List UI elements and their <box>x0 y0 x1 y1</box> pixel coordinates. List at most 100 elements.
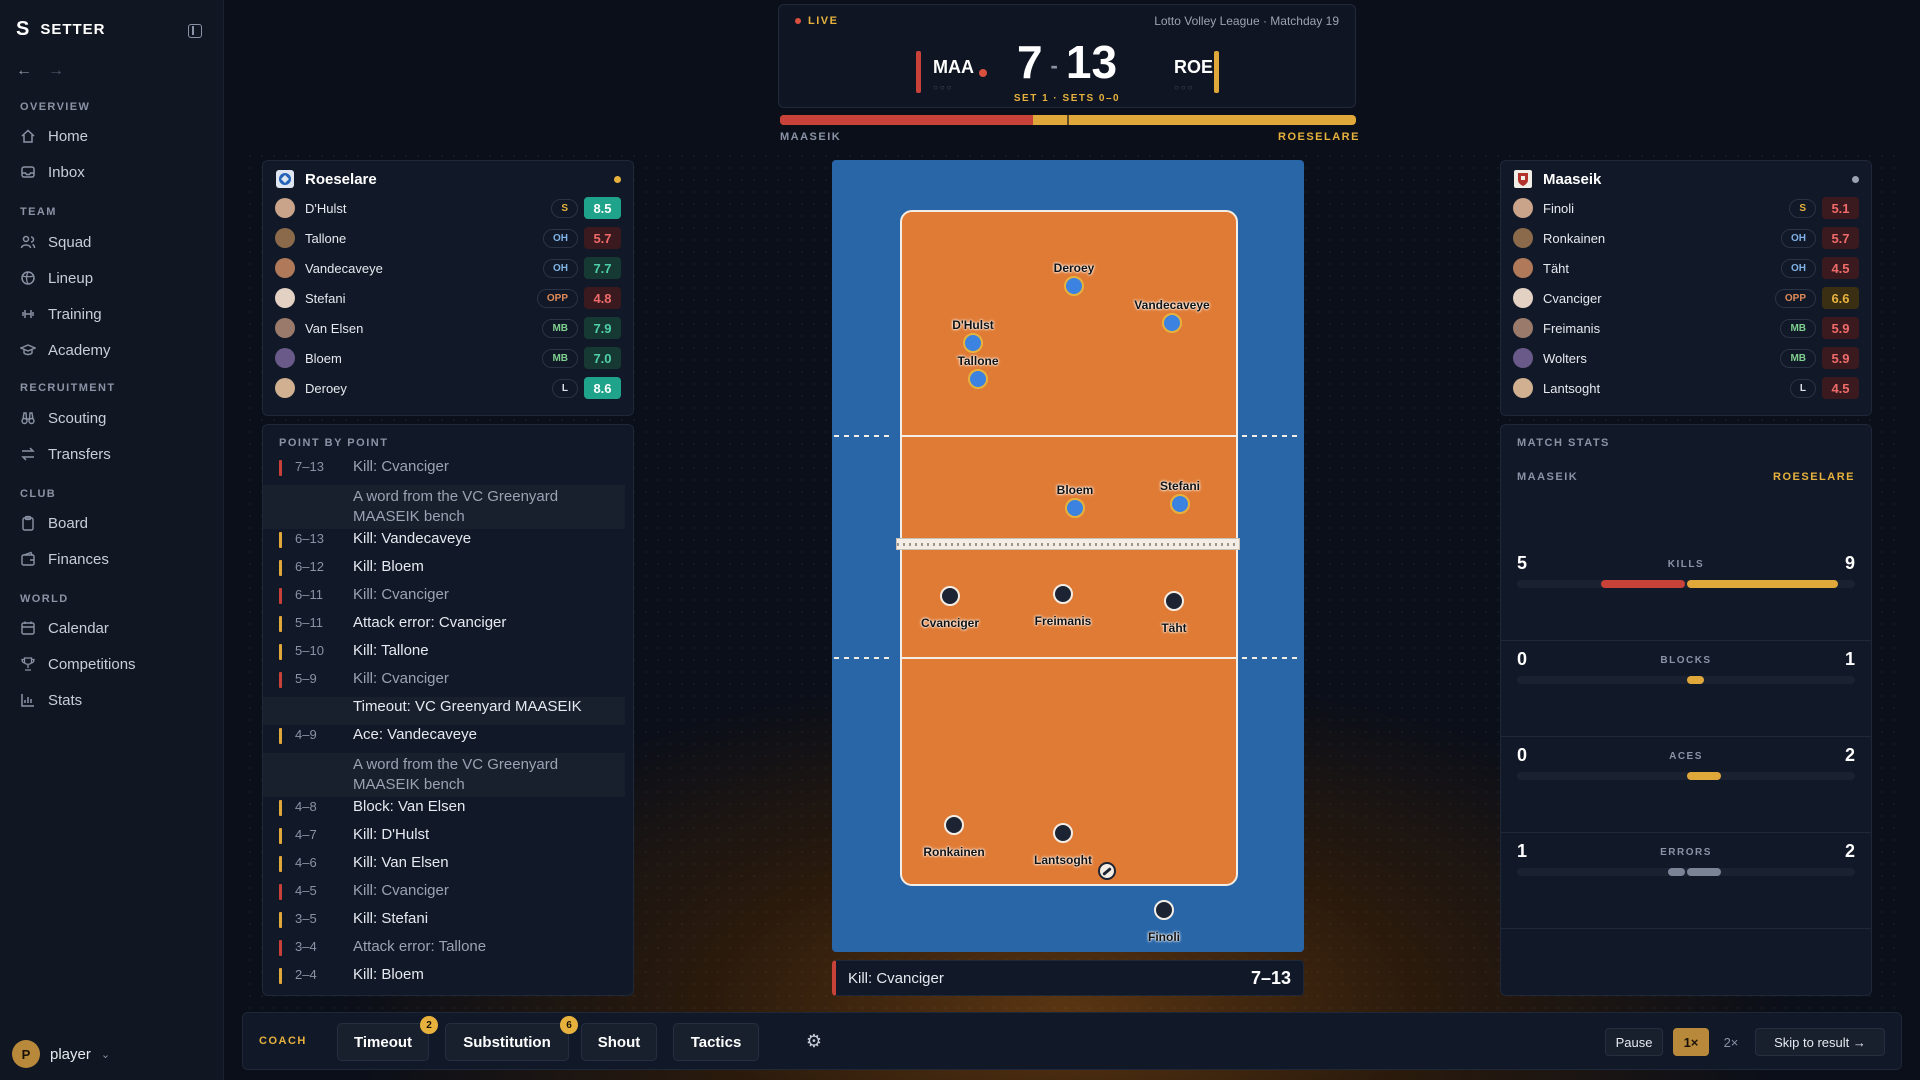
court-player-marker[interactable] <box>1053 584 1073 604</box>
player-avatar <box>275 318 295 338</box>
position-badge: OH <box>1781 228 1816 248</box>
event-text: Ace: Vandecaveye <box>353 726 477 743</box>
court-player-marker[interactable] <box>1162 313 1182 333</box>
position-badge: OH <box>543 258 578 278</box>
wallet-icon <box>20 551 36 567</box>
nav-item-competitions[interactable]: Competitions <box>20 652 136 676</box>
lineup-player-row[interactable]: Deroey L 8.6 <box>275 375 621 401</box>
lineup-player-row[interactable]: Ronkainen OH 5.7 <box>1513 225 1859 251</box>
lineup-player-row[interactable]: Van Elsen MB 7.9 <box>275 315 621 341</box>
lineup-player-row[interactable]: Vandecaveye OH 7.7 <box>275 255 621 281</box>
nav-item-board[interactable]: Board <box>20 511 88 535</box>
volleyball-court: Deroey Vandecaveye D'Hulst Tallone Bloem… <box>832 160 1304 952</box>
court-player-marker[interactable] <box>1164 591 1184 611</box>
away-set-pips: ○○○ <box>1174 83 1195 92</box>
maaseik-crest-icon <box>1514 170 1532 188</box>
nav-item-calendar[interactable]: Calendar <box>20 616 109 640</box>
court-player-marker[interactable] <box>968 369 988 389</box>
court-player-marker[interactable] <box>1053 823 1073 843</box>
lineup-player-row[interactable]: Cvanciger OPP 6.6 <box>1513 285 1859 311</box>
court-player-marker[interactable] <box>1064 276 1084 296</box>
stat-away-bar <box>1687 772 1721 780</box>
lineup-player-row[interactable]: Stefani OPP 4.8 <box>275 285 621 311</box>
nav-item-lineup[interactable]: Lineup <box>20 266 93 290</box>
player-name: Lantsoght <box>1543 380 1601 396</box>
lineup-player-row[interactable]: Finoli S 5.1 <box>1513 195 1859 221</box>
substitution-button[interactable]: Substitution 6 <box>445 1016 578 1061</box>
roeselare-crest-icon <box>276 170 294 188</box>
pause-button[interactable]: Pause <box>1605 1028 1663 1056</box>
court-player-marker[interactable] <box>1065 498 1085 518</box>
nav-item-inbox[interactable]: Inbox <box>20 160 85 184</box>
event-score: 2–4 <box>295 967 317 982</box>
lineup-player-row[interactable]: Freimanis MB 5.9 <box>1513 315 1859 341</box>
nav-item-home[interactable]: Home <box>20 124 88 148</box>
pbp-event: 4–5 Kill: Cvanciger <box>263 881 625 909</box>
court-player-label: Stefani <box>1159 479 1201 493</box>
nav-item-finances[interactable]: Finances <box>20 547 109 571</box>
event-team-marker <box>279 644 282 660</box>
nav-item-academy[interactable]: Academy <box>20 338 111 362</box>
player-rating: 5.9 <box>1822 317 1859 339</box>
nav-label: Inbox <box>48 163 85 181</box>
event-score: 3–5 <box>295 911 317 926</box>
nav-section-recruitment: RECRUITMENT <box>20 382 116 394</box>
pbp-title: POINT BY POINT <box>279 437 389 449</box>
court-player-label: Finoli <box>1148 930 1180 944</box>
nav-item-stats[interactable]: Stats <box>20 688 82 712</box>
player-name: Wolters <box>1543 350 1587 366</box>
event-score: 5–9 <box>295 671 317 686</box>
skip-to-result-button[interactable]: Skip to result → <box>1755 1028 1885 1056</box>
nav-label: Academy <box>48 341 111 359</box>
shout-button[interactable]: Shout <box>581 1023 657 1061</box>
users-icon <box>20 234 36 250</box>
pbp-event: 3–4 Attack error: Tallone <box>263 937 625 965</box>
dumbbell-icon <box>20 306 36 322</box>
lineup-player-row[interactable]: D'Hulst S 8.5 <box>275 195 621 221</box>
brand[interactable]: S SETTER <box>16 18 106 41</box>
pbp-event: 4–6 Kill: Van Elsen <box>263 853 625 881</box>
court-player-marker[interactable] <box>963 333 983 353</box>
attack-line-top <box>900 435 1238 437</box>
stats-away-label: ROESELARE <box>1773 471 1855 483</box>
back-arrow-icon[interactable]: ← <box>16 62 32 80</box>
stat-row: 5 KILLS 9 <box>1501 545 1871 641</box>
player-rating: 5.1 <box>1822 197 1859 219</box>
speed-2x-button[interactable]: 2× <box>1713 1028 1749 1056</box>
timeout-button[interactable]: Timeout 2 <box>337 1016 438 1061</box>
court-player-marker[interactable] <box>940 586 960 606</box>
speed-1x-button[interactable]: 1× <box>1673 1028 1709 1056</box>
user-menu[interactable]: P player ⌄ <box>12 1040 110 1068</box>
nav-section-overview: OVERVIEW <box>20 101 91 113</box>
event-text: Kill: D'Hulst <box>353 826 430 843</box>
lineup-player-row[interactable]: Lantsoght L 4.5 <box>1513 375 1859 401</box>
nav-item-squad[interactable]: Squad <box>20 230 91 254</box>
court-player-marker[interactable] <box>1170 494 1190 514</box>
court-player-marker[interactable] <box>1154 900 1174 920</box>
stat-away-value: 1 <box>1844 649 1855 669</box>
coach-action-bar: COACH Timeout 2 Substitution 6 Shout Tacti… <box>242 1012 1902 1070</box>
nav-item-transfers[interactable]: Transfers <box>20 442 111 466</box>
position-badge: L <box>1789 378 1816 398</box>
tactics-button[interactable]: Tactics <box>673 1023 759 1061</box>
substitution-label: Substitution <box>463 1033 551 1051</box>
away-team-code: ROE <box>1174 57 1214 77</box>
collapse-sidebar-icon[interactable] <box>188 24 202 38</box>
nav-item-scouting[interactable]: Scouting <box>20 406 106 430</box>
tactics-label: Tactics <box>690 1033 742 1051</box>
maaseik-status-dot <box>1852 176 1859 183</box>
forward-arrow-icon[interactable]: → <box>48 62 64 80</box>
gear-icon[interactable]: ⚙ <box>803 1030 825 1052</box>
nav-item-training[interactable]: Training <box>20 302 102 326</box>
lineup-player-row[interactable]: Wolters MB 5.9 <box>1513 345 1859 371</box>
lineup-player-row[interactable]: Täht OH 4.5 <box>1513 255 1859 281</box>
player-avatar <box>275 258 295 278</box>
stat-track <box>1517 676 1855 684</box>
pbp-event: 4–7 Kill: D'Hulst <box>263 825 625 853</box>
player-avatar <box>275 198 295 218</box>
lineup-player-row[interactable]: Tallone OH 5.7 <box>275 225 621 251</box>
stat-home-bar <box>1668 868 1685 876</box>
lineup-player-row[interactable]: Bloem MB 7.0 <box>275 345 621 371</box>
court-player-marker[interactable] <box>944 815 964 835</box>
court-player-label: Freimanis <box>1034 614 1092 628</box>
